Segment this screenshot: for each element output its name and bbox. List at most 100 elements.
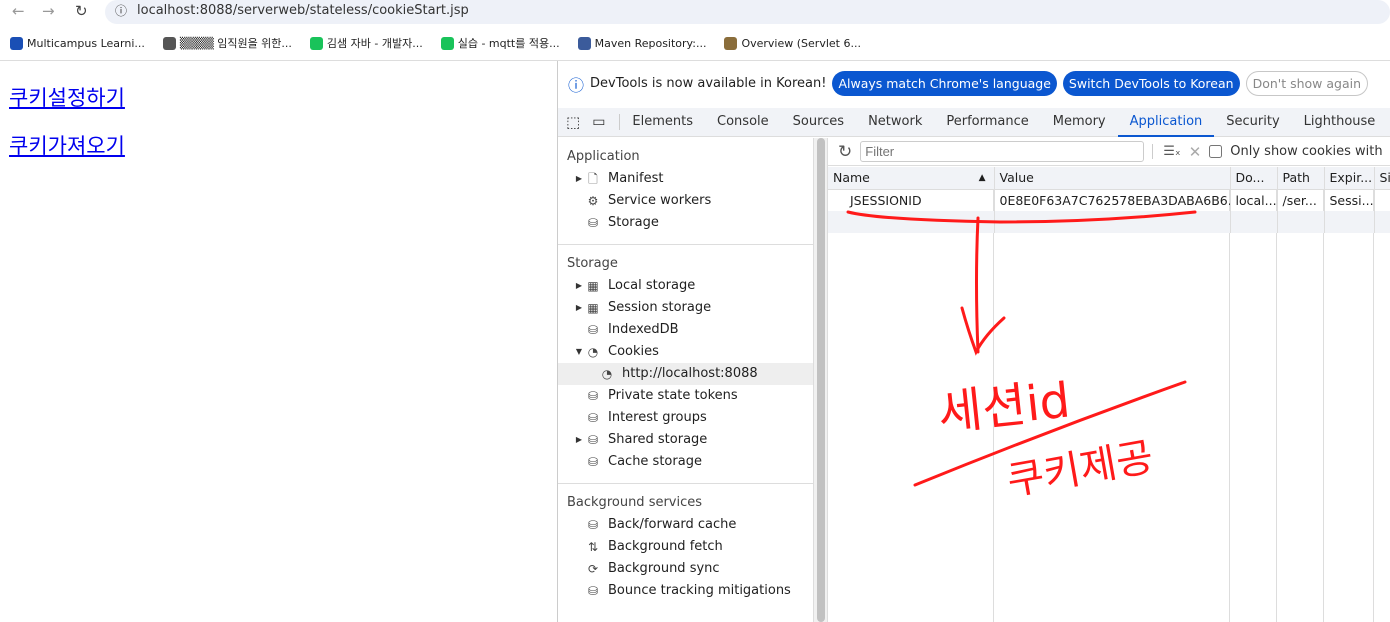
expand-arrow-icon[interactable]: ▶ [574, 168, 584, 190]
cookie-cell: /ser... [1277, 189, 1325, 211]
reload-icon[interactable]: ↻ [75, 2, 88, 20]
bookmark-item[interactable]: Maven Repository:... [577, 36, 706, 50]
column-divider [994, 189, 1230, 622]
sidebar-item-label: Cookies [608, 344, 659, 359]
back-icon[interactable]: ← [12, 2, 25, 20]
column-header-4[interactable]: Expir... [1324, 167, 1375, 190]
cookies-panel: ↻ ☰ₓ ✕ Only show cookies with Name▲Value… [827, 138, 1390, 622]
gears-icon: ⚙ [587, 194, 599, 208]
empty-cell [1230, 211, 1278, 233]
get-cookie-link[interactable]: 쿠키가져오기 [9, 130, 125, 160]
sidebar-item-back-forward-cache[interactable]: ⛁ Back/forward cache [558, 514, 813, 536]
bookmark-label: Overview (Servlet 6... [741, 36, 861, 50]
sidebar-item-label: Bounce tracking mitigations [608, 583, 791, 598]
bookmark-item[interactable]: 김샘 자바 - 개발자... [309, 35, 423, 51]
column-header-2[interactable]: Do... [1230, 167, 1278, 190]
column-header-3[interactable]: Path [1277, 167, 1325, 190]
sidebar-item-bounce-tracking-mitigations[interactable]: ⛁ Bounce tracking mitigations [558, 580, 813, 602]
banner-text: DevTools is now available in Korean! [590, 76, 827, 91]
forward-icon[interactable]: → [42, 2, 55, 20]
match-language-button[interactable]: Always match Chrome's language [832, 71, 1057, 96]
sidebar-item-manifest[interactable]: ▶ 🗋 Manifest [558, 168, 813, 190]
column-header-0[interactable]: Name ▲ [828, 167, 995, 190]
device-toggle-icon[interactable]: ▭ [588, 114, 621, 130]
sync-icon: ⟳ [587, 562, 599, 576]
tab-elements[interactable]: Elements [620, 108, 705, 137]
bookmark-label: 실습 - mqtt를 적용... [457, 37, 560, 50]
delete-icon[interactable]: ✕ [1189, 143, 1202, 161]
sidebar-item-private-state-tokens[interactable]: ⛁ Private state tokens [558, 385, 813, 407]
filter-input[interactable] [860, 141, 1145, 162]
bookmark-icon [10, 36, 23, 50]
sidebar-item-local-storage[interactable]: ▶ ▦ Local storage [558, 275, 813, 297]
bookmark-item[interactable]: Overview (Servlet 6... [724, 36, 861, 50]
sidebar-item-label: Background sync [608, 561, 720, 576]
database-icon: ⛁ [587, 455, 599, 469]
bookmark-icon [162, 36, 176, 50]
bookmark-item[interactable]: Multicampus Learni... [10, 36, 145, 50]
info-icon: ⓘ [568, 75, 585, 95]
sidebar-item-background-sync[interactable]: ⟳ Background sync [558, 558, 813, 580]
sidebar-item-cookies[interactable]: ▼ ◔ Cookies [558, 341, 813, 363]
sidebar-item-session-storage[interactable]: ▶ ▦ Session storage [558, 297, 813, 319]
info-icon[interactable]: ⓘ [115, 0, 127, 22]
sidebar-item-label: Private state tokens [608, 388, 738, 403]
switch-korean-button[interactable]: Switch DevTools to Korean [1062, 71, 1240, 96]
scrollbar-thumb[interactable] [817, 138, 825, 622]
tab-console[interactable]: Console [705, 108, 781, 137]
set-cookie-link[interactable]: 쿠키설정하기 [9, 82, 125, 112]
expand-arrow-icon[interactable]: ▶ [574, 275, 584, 297]
bookmark-item[interactable]: 실습 - mqtt를 적용... [440, 35, 560, 51]
sidebar-item-service-workers[interactable]: ⚙ Service workers [558, 190, 813, 212]
expand-arrow-icon[interactable]: ▶ [574, 429, 584, 451]
tab-application[interactable]: Application [1117, 108, 1215, 137]
database-icon: ⛁ [587, 323, 599, 337]
tab-network[interactable]: Network [856, 108, 934, 137]
empty-cell [1277, 211, 1325, 233]
column-header-1[interactable]: Value [994, 167, 1231, 190]
tab-memory[interactable]: Memory [1041, 108, 1118, 137]
sidebar-item-interest-groups[interactable]: ⛁ Interest groups [558, 407, 813, 429]
bookmark-item[interactable]: ▒▒▒▒ 임직원을 위한... [162, 35, 292, 51]
section-header: Application [567, 149, 640, 164]
refresh-icon[interactable]: ↻ [838, 142, 852, 162]
sidebar-item-storage[interactable]: ⛁ Storage [558, 212, 813, 234]
divider [558, 483, 813, 484]
dont-show-button[interactable]: Don't show again [1245, 71, 1369, 96]
devtools-tabs: ⬚ ▭ Elements Console Sources Network Perform… [558, 108, 1390, 137]
sidebar-item-label: Interest groups [608, 410, 707, 425]
column-divider [828, 189, 994, 622]
language-banner: ⓘ DevTools is now available in Korean! A… [558, 61, 1390, 106]
tab-security[interactable]: Security [1214, 108, 1291, 137]
inspect-icon[interactable]: ⬚ [558, 113, 588, 131]
bookmark-icon [440, 36, 454, 50]
empty-cell [1374, 211, 1390, 233]
sidebar-scrollbar[interactable] [813, 138, 827, 622]
only-show-checkbox[interactable] [1209, 145, 1223, 158]
tab-sources[interactable]: Sources [781, 108, 856, 137]
bookmark-label: ▒▒▒▒ 임직원을 위한... [179, 37, 292, 50]
address-bar[interactable]: ⓘ localhost:8088/serverweb/stateless/cook… [105, 0, 1390, 24]
tab-lighthouse[interactable]: Lighthouse [1292, 108, 1388, 137]
sidebar-item-http-localhost-8088[interactable]: ◔ http://localhost:8088 [558, 363, 813, 385]
sort-ascending-icon[interactable]: ▲ [979, 173, 986, 183]
sidebar-item-background-fetch[interactable]: ⇅ Background fetch [558, 536, 813, 558]
browser-toolbar: ← → ↻ ⓘ localhost:8088/serverweb/stateles… [0, 0, 1390, 26]
sidebar-item-label: IndexedDB [608, 322, 679, 337]
expand-arrow-icon[interactable]: ▼ [574, 341, 584, 363]
sidebar-item-label: Session storage [608, 300, 712, 315]
application-sidebar: Application ▶ 🗋 Manifest ⚙ Service workers ⛁ St… [558, 138, 813, 622]
cookie-icon: ◔ [587, 345, 599, 359]
only-show-label: Only show cookies with [1230, 144, 1383, 159]
bookmark-label: Multicampus Learni... [27, 36, 145, 50]
cookie-row[interactable]: JSESSIONID 0E8E0F63A7C762578EBA3DABA6B6..… [828, 189, 1390, 211]
sidebar-item-shared-storage[interactable]: ▶ ⛁ Shared storage [558, 429, 813, 451]
sidebar-item-indexeddb[interactable]: ⛁ IndexedDB [558, 319, 813, 341]
sidebar-item-cache-storage[interactable]: ⛁ Cache storage [558, 451, 813, 473]
tab-performance[interactable]: Performance [934, 108, 1040, 137]
sidebar-item-label: Storage [608, 215, 659, 230]
clear-filtered-icon[interactable]: ☰ₓ [1152, 144, 1181, 159]
file-icon: 🗋 [588, 172, 598, 186]
expand-arrow-icon[interactable]: ▶ [574, 297, 584, 319]
column-header-5[interactable]: Si [1374, 167, 1390, 190]
